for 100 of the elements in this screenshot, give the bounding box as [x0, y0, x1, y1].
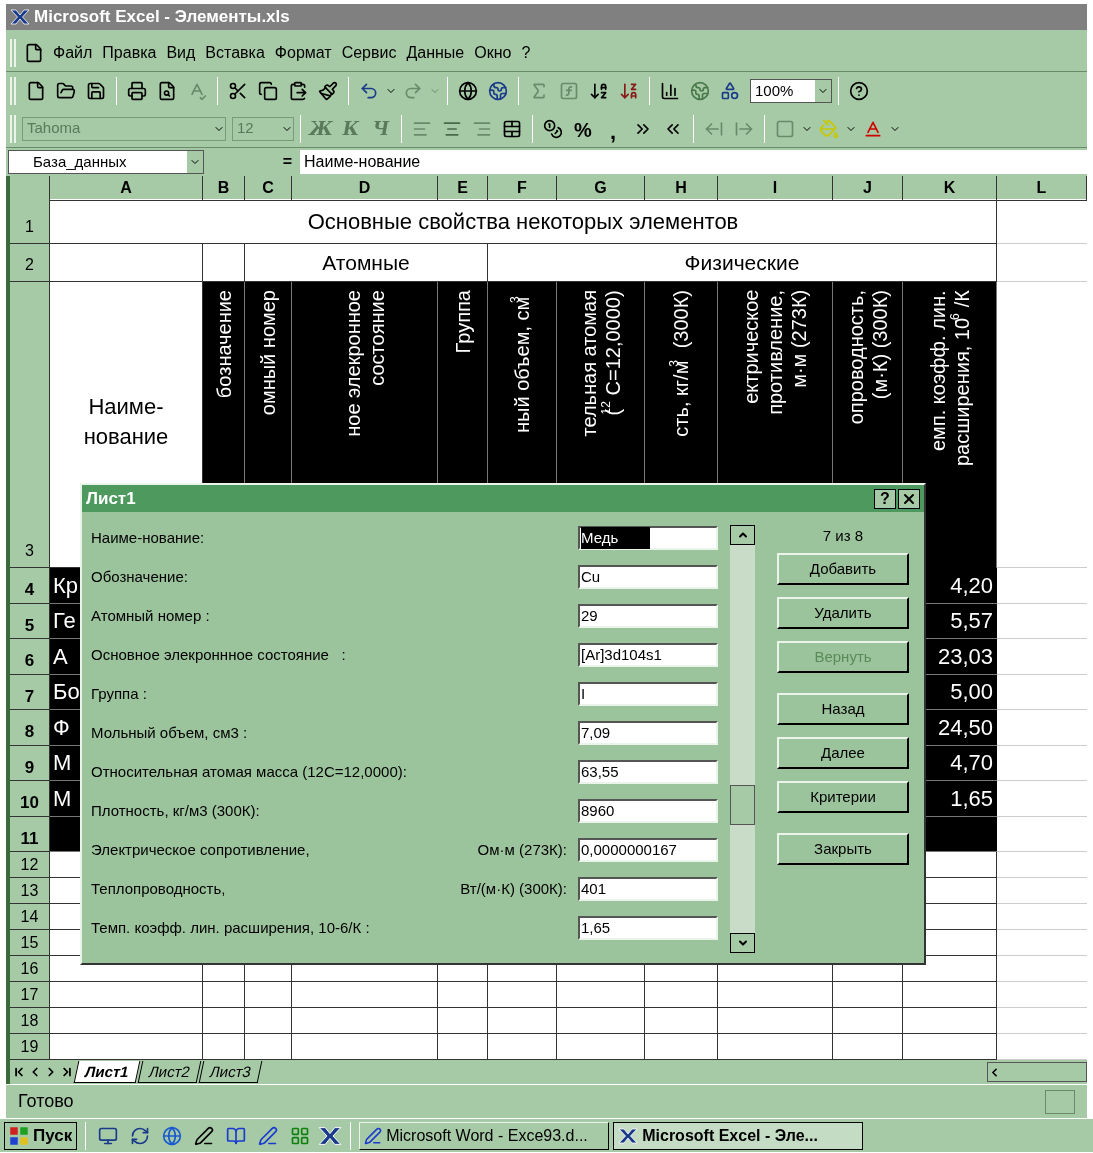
table-cell[interactable] — [645, 1034, 718, 1060]
field-label: Атомный номер : — [91, 605, 210, 626]
menu-item[interactable]: ? — [516, 40, 536, 65]
input-field[interactable]: 7,09 — [578, 721, 718, 745]
cell-text: 4,70 — [950, 749, 993, 778]
table-cell[interactable] — [50, 1034, 203, 1060]
zoom-field[interactable]: 100% — [750, 79, 832, 103]
row-header[interactable]: 3 — [10, 282, 50, 568]
field-label: Темп. коэфф. лин. расширения, 10-6/К : — [91, 917, 370, 938]
unit-label: Ом·м (273К): — [477, 839, 567, 860]
cell-text: Ф — [53, 713, 70, 742]
row-header[interactable]: 14 — [10, 904, 50, 930]
input-field[interactable]: 8960 — [578, 799, 718, 823]
dialog-button[interactable]: Удалить — [777, 597, 909, 629]
taskbar-button[interactable]: Microsoft Word - Exce93.d... — [359, 1121, 610, 1150]
toolbar-grip[interactable] — [10, 114, 16, 143]
table-cell[interactable] — [438, 1034, 488, 1060]
field-label: Наиме-нование: — [91, 527, 205, 548]
table-cell[interactable] — [903, 1034, 997, 1060]
dialog-button[interactable]: Добавить — [777, 553, 909, 585]
taskbar-button[interactable]: Microsoft Excel - Эле... — [613, 1121, 864, 1150]
formula-field[interactable]: Наиме-нование — [300, 150, 1087, 174]
percent-button[interactable]: % — [569, 114, 597, 143]
row-header[interactable]: 15 — [10, 930, 50, 956]
row-header[interactable]: 10 — [10, 781, 50, 817]
start-button[interactable]: Пуск — [4, 1121, 78, 1150]
row-header[interactable]: 18 — [10, 1008, 50, 1034]
cell-text: М — [53, 749, 72, 778]
excel-logo-icon — [10, 9, 30, 25]
toolbar-grip[interactable] — [10, 38, 16, 67]
input-field[interactable]: 0,0000000167 — [578, 838, 718, 862]
menu-item[interactable]: Окно — [469, 40, 517, 65]
row-header[interactable]: 12 — [10, 852, 50, 878]
menu-item[interactable]: Вставка — [200, 40, 270, 65]
menu-item[interactable]: Данные — [401, 40, 470, 65]
row-header[interactable]: 13 — [10, 878, 50, 904]
row-header[interactable]: 6 — [10, 639, 50, 675]
menu-item[interactable]: Правка — [97, 40, 162, 65]
column-title: бозначение — [211, 290, 236, 399]
sheet-tab[interactable]: Лист2 — [137, 1061, 202, 1083]
sheet-tab[interactable]: Лист1 — [73, 1061, 141, 1083]
input-field[interactable]: 401 — [578, 877, 718, 901]
first-sheet-icon[interactable] — [12, 1065, 26, 1079]
comma-button[interactable]: , — [599, 114, 627, 143]
table-cell[interactable] — [833, 1034, 903, 1060]
dialog-button[interactable]: Критерии — [777, 781, 909, 813]
column-title: омный номер — [256, 290, 280, 416]
input-field[interactable]: 1,65 — [578, 916, 718, 940]
help-button[interactable]: ? — [874, 488, 896, 509]
menu-item[interactable]: Формат — [269, 40, 337, 65]
input-field[interactable]: 63,55 — [578, 760, 718, 784]
dialog-button[interactable]: Далее — [777, 737, 909, 769]
row-header[interactable]: 7 — [10, 674, 50, 710]
cell-text: 4,20 — [950, 571, 993, 600]
cell-text: А — [53, 642, 68, 671]
row-header[interactable]: 1 — [10, 199, 50, 244]
last-sheet-icon[interactable] — [60, 1065, 74, 1079]
window-title: Microsoft Excel - Элементы.xls — [34, 6, 290, 29]
menu-item[interactable]: Сервис — [336, 40, 402, 65]
table-cell[interactable] — [292, 1034, 438, 1060]
menu-item[interactable]: Файл — [48, 40, 98, 65]
cell-text: 23,03 — [937, 642, 993, 671]
dialog-button[interactable]: Назад — [777, 693, 909, 725]
row-header[interactable]: 5 — [10, 603, 50, 639]
table-cell[interactable] — [557, 1034, 645, 1060]
vertical-scrollbar[interactable] — [730, 525, 755, 953]
field-label: Электрическое сопротивление, — [91, 839, 310, 860]
scroll-up-button[interactable] — [730, 525, 755, 545]
dialog-button[interactable]: Закрыть — [777, 833, 909, 865]
cell-text: Кр — [53, 571, 79, 600]
name-box[interactable]: База_данных — [8, 150, 204, 174]
field-label: Относительная атомая масса (12С=12,0000): — [91, 761, 407, 782]
cell-text: 1,65 — [950, 784, 993, 813]
toolbar-grip[interactable] — [10, 77, 16, 105]
row-header[interactable]: 8 — [10, 710, 50, 746]
row-header[interactable]: 9 — [10, 745, 50, 781]
table-cell[interactable] — [203, 1034, 245, 1060]
row-header[interactable]: 17 — [10, 982, 50, 1008]
table-cell[interactable] — [245, 1034, 292, 1060]
menu-item[interactable]: Вид — [161, 40, 201, 65]
scroll-thumb[interactable] — [730, 785, 755, 825]
row-header[interactable]: 19 — [10, 1034, 50, 1060]
row-header[interactable]: 2 — [10, 244, 50, 282]
input-field[interactable]: I — [578, 682, 718, 706]
scroll-down-button[interactable] — [730, 933, 755, 953]
input-field[interactable]: [Ar]3d104s1 — [578, 643, 718, 667]
status-panel — [1045, 1089, 1075, 1114]
row-header[interactable]: 16 — [10, 956, 50, 982]
sheet-tab[interactable]: Лист3 — [198, 1061, 262, 1083]
input-field[interactable]: Cu — [578, 565, 718, 589]
row-header[interactable]: 11 — [10, 816, 50, 852]
row-header[interactable]: 4 — [10, 568, 50, 604]
cell-text: 5,00 — [950, 678, 993, 707]
record-counter: 7 из 8 — [821, 526, 865, 546]
input-field[interactable]: Медь — [578, 526, 718, 550]
horizontal-scrollbar[interactable] — [987, 1062, 1087, 1082]
input-field[interactable]: 29 — [578, 604, 718, 628]
table-cell[interactable] — [718, 1034, 833, 1060]
status-text: Готово — [18, 1090, 75, 1113]
table-cell[interactable] — [488, 1034, 557, 1060]
